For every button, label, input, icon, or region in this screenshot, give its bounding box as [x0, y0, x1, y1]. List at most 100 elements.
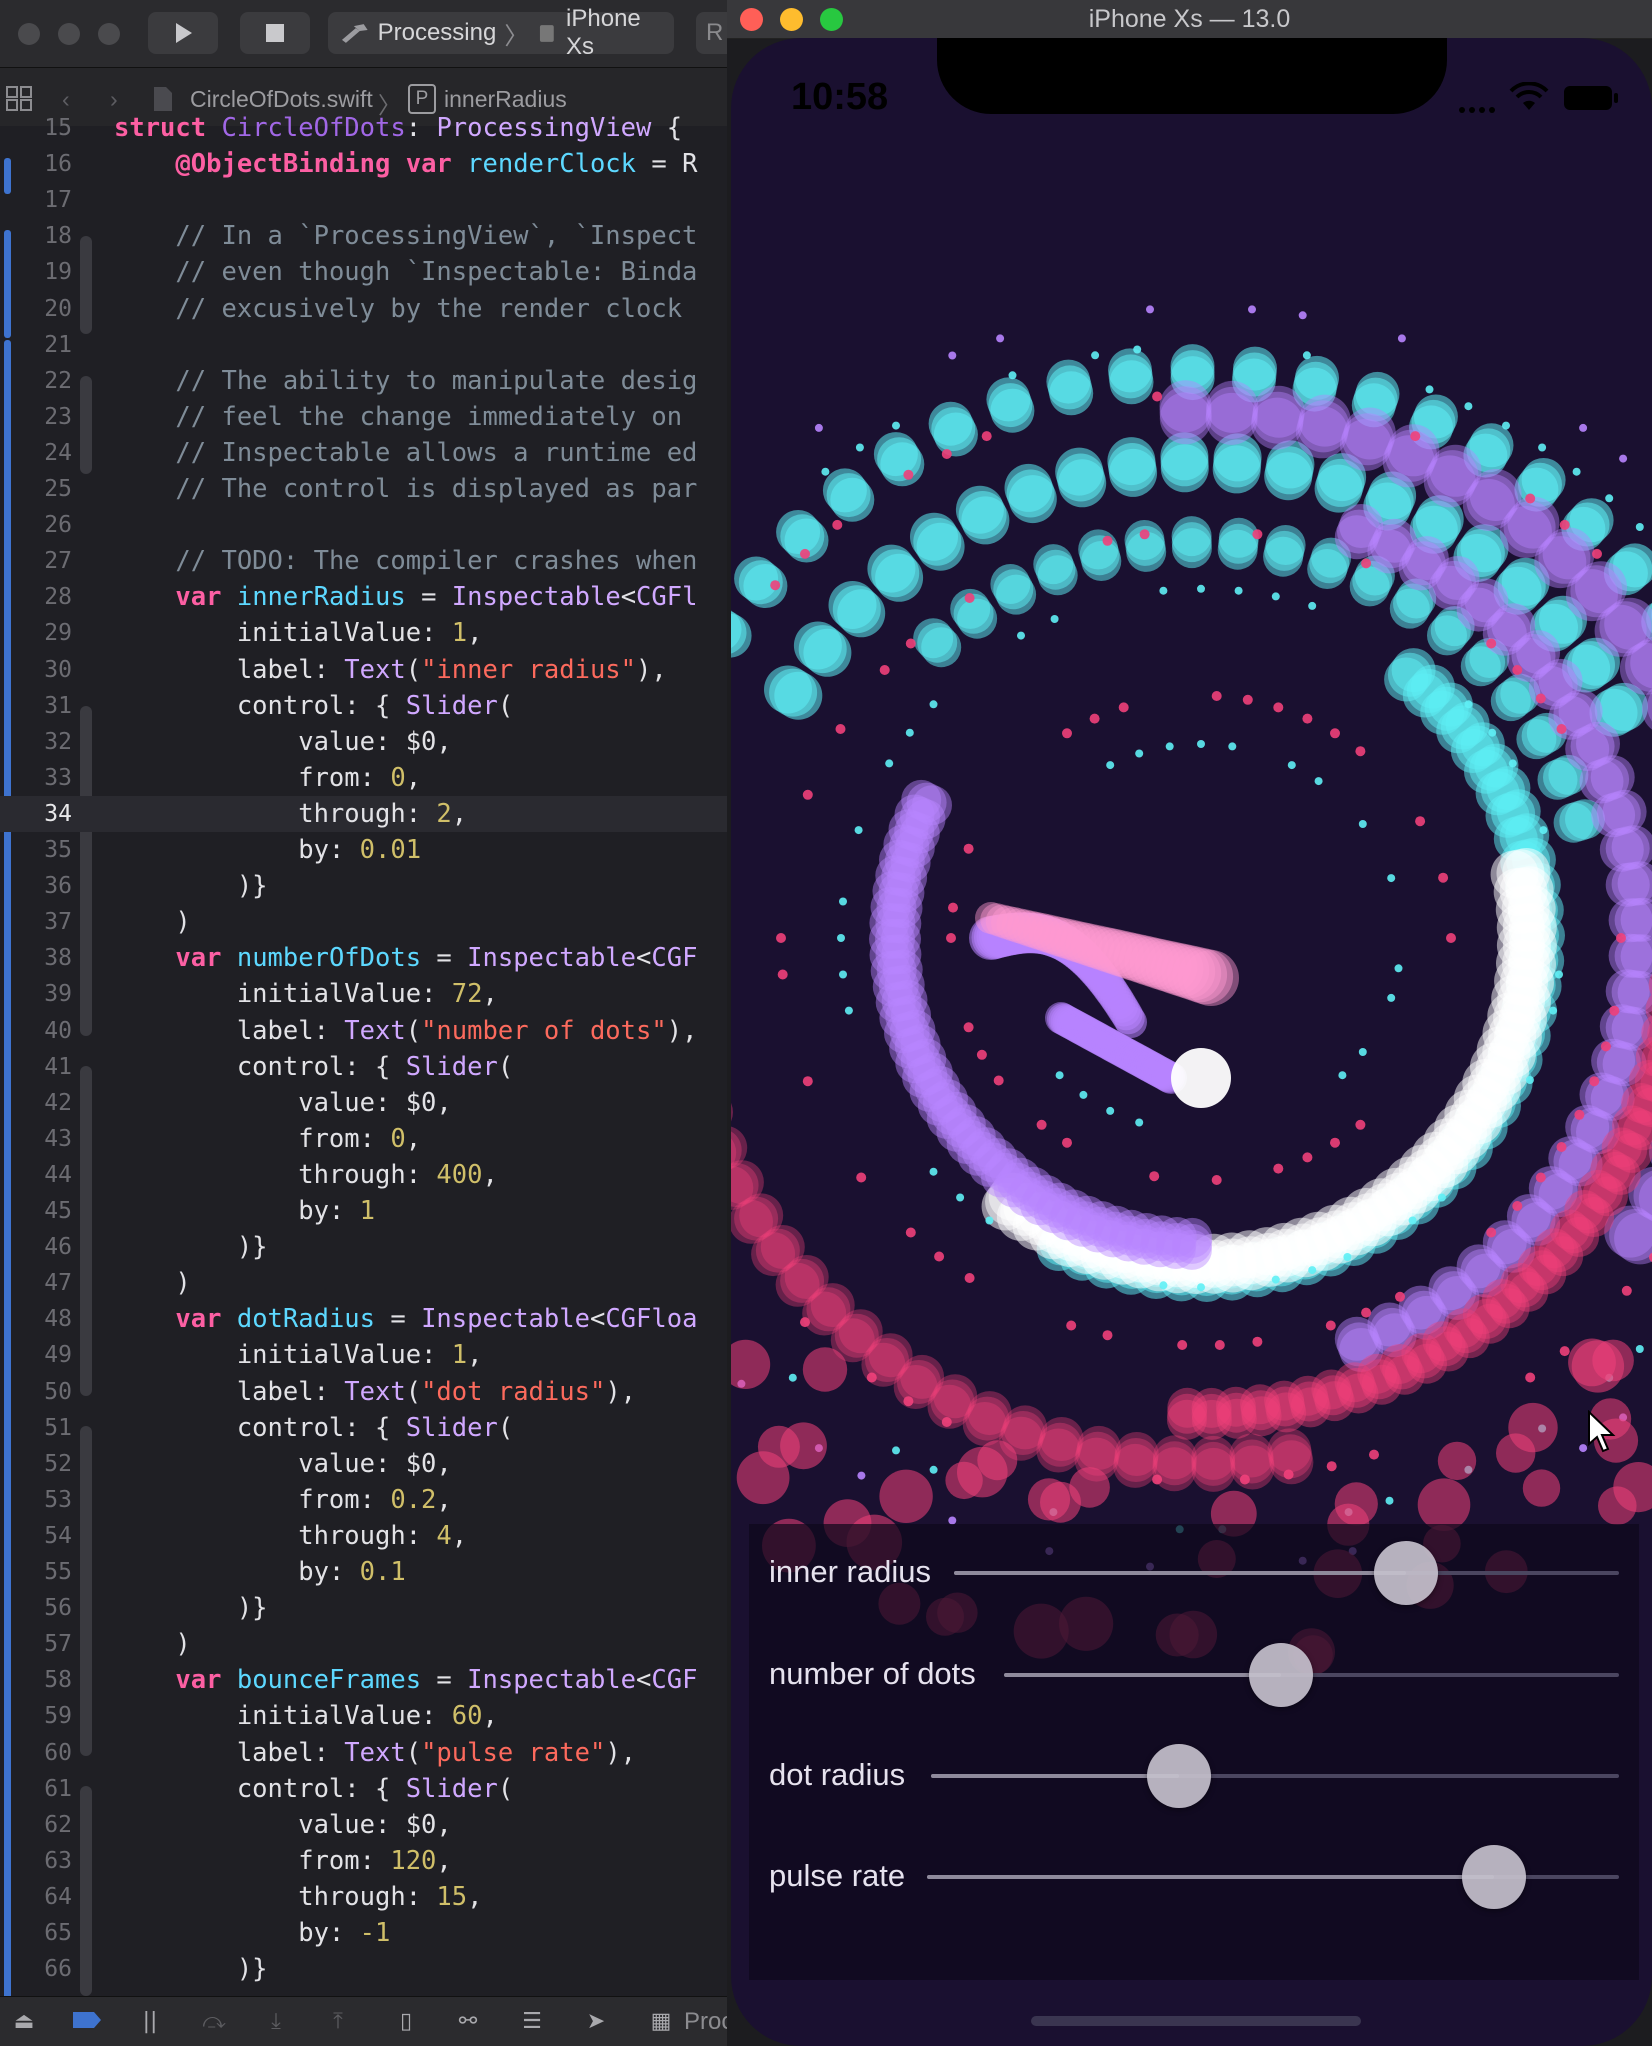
line-number[interactable]: 61	[0, 1771, 72, 1807]
device-screen[interactable]: 10:58 inner radius number of dots dot ra…	[731, 38, 1652, 2046]
code-line[interactable]: 15 struct CircleOfDots: ProcessingView {	[0, 110, 727, 146]
pulse-rate-slider[interactable]	[927, 1845, 1619, 1909]
line-number[interactable]: 21	[0, 327, 72, 363]
home-indicator[interactable]	[1031, 2016, 1361, 2026]
line-number[interactable]: 41	[0, 1049, 72, 1085]
code-line[interactable]: 55 by: 0.1	[0, 1554, 727, 1590]
slider-thumb[interactable]	[1146, 1744, 1211, 1808]
line-number[interactable]: 18	[0, 218, 72, 254]
code-line[interactable]: 58 var bounceFrames = Inspectable<CGF	[0, 1662, 727, 1698]
line-number[interactable]: 50	[0, 1374, 72, 1410]
step-out-icon[interactable]: ⤒	[324, 2010, 352, 2034]
scheme-selector[interactable]: Processing 〉 iPhone Xs	[328, 5, 674, 60]
line-number[interactable]: 59	[0, 1698, 72, 1734]
zoom-button[interactable]	[98, 23, 120, 45]
code-line[interactable]: 16 @ObjectBinding var renderClock = R	[0, 146, 727, 182]
slider-thumb[interactable]	[1374, 1541, 1439, 1605]
line-number[interactable]: 54	[0, 1518, 72, 1554]
code-line[interactable]: 64 through: 15,	[0, 1879, 727, 1915]
code-line[interactable]: 43 from: 0,	[0, 1121, 727, 1157]
line-number[interactable]: 23	[0, 399, 72, 435]
line-number[interactable]: 47	[0, 1265, 72, 1301]
line-number[interactable]: 16	[0, 146, 72, 182]
minimize-button[interactable]	[58, 23, 80, 45]
code-line[interactable]: 53 from: 0.2,	[0, 1482, 727, 1518]
forward-arrow-icon[interactable]: ›	[110, 86, 118, 113]
line-number[interactable]: 26	[0, 507, 72, 543]
line-number[interactable]: 17	[0, 182, 72, 218]
line-number[interactable]: 30	[0, 652, 72, 688]
code-line[interactable]: 48 var dotRadius = Inspectable<CGFloa	[0, 1301, 727, 1337]
jumpbar-symbol[interactable]: innerRadius	[444, 86, 567, 113]
code-line[interactable]: 28 var innerRadius = Inspectable<CGFl	[0, 579, 727, 615]
hide-debug-area-icon[interactable]: ⏏	[10, 2010, 38, 2034]
line-number[interactable]: 44	[0, 1157, 72, 1193]
code-line[interactable]: 33 from: 0,	[0, 760, 727, 796]
line-number[interactable]: 64	[0, 1879, 72, 1915]
back-arrow-icon[interactable]: ‹	[62, 86, 70, 113]
line-number[interactable]: 15	[0, 110, 72, 146]
line-number[interactable]: 62	[0, 1807, 72, 1843]
line-number[interactable]: 22	[0, 363, 72, 399]
code-line[interactable]: 37 )	[0, 904, 727, 940]
code-line[interactable]: 60 label: Text("pulse rate"),	[0, 1735, 727, 1771]
number-of-dots-slider[interactable]	[1004, 1643, 1619, 1707]
code-line[interactable]: 52 value: $0,	[0, 1446, 727, 1482]
environment-overrides-icon[interactable]: ☰	[518, 2010, 546, 2034]
inner-radius-slider[interactable]	[954, 1541, 1619, 1605]
code-line[interactable]: 32 value: $0,	[0, 724, 727, 760]
code-line[interactable]: 22 // The ability to manipulate desig	[0, 363, 727, 399]
stop-button[interactable]	[240, 12, 310, 54]
line-number[interactable]: 38	[0, 940, 72, 976]
code-line[interactable]: 46 )}	[0, 1229, 727, 1265]
code-line[interactable]: 29 initialValue: 1,	[0, 615, 727, 651]
line-number[interactable]: 33	[0, 760, 72, 796]
line-number[interactable]: 57	[0, 1626, 72, 1662]
code-line[interactable]: 39 initialValue: 72,	[0, 976, 727, 1012]
slider-thumb[interactable]	[1248, 1643, 1313, 1707]
code-line[interactable]: 30 label: Text("inner radius"),	[0, 652, 727, 688]
code-line[interactable]: 18 // In a `ProcessingView`, `Inspect	[0, 218, 727, 254]
breakpoint-toggle-icon[interactable]	[72, 2010, 101, 2034]
code-line[interactable]: 41 control: { Slider(	[0, 1049, 727, 1085]
location-icon[interactable]: ➤	[582, 2010, 610, 2034]
process-label[interactable]: Proc	[684, 2008, 727, 2036]
line-number[interactable]: 42	[0, 1085, 72, 1121]
slider-thumb[interactable]	[1462, 1845, 1527, 1909]
line-number[interactable]: 49	[0, 1337, 72, 1373]
line-number[interactable]: 53	[0, 1482, 72, 1518]
code-line[interactable]: 47 )	[0, 1265, 727, 1301]
run-button[interactable]	[148, 12, 218, 54]
code-line[interactable]: 38 var numberOfDots = Inspectable<CGF	[0, 940, 727, 976]
code-line[interactable]: 23 // feel the change immediately on	[0, 399, 727, 435]
memory-graph-icon[interactable]: ⚯	[454, 2010, 482, 2034]
code-line[interactable]: 21	[0, 327, 727, 363]
related-items-grid-icon[interactable]	[6, 86, 34, 112]
line-number[interactable]: 63	[0, 1843, 72, 1879]
line-number[interactable]: 58	[0, 1662, 72, 1698]
code-line[interactable]: 61 control: { Slider(	[0, 1771, 727, 1807]
line-number[interactable]: 28	[0, 579, 72, 615]
line-number[interactable]: 60	[0, 1735, 72, 1771]
code-line[interactable]: 19 // even though `Inspectable: Binda	[0, 254, 727, 290]
code-line[interactable]: 35 by: 0.01	[0, 832, 727, 868]
code-line[interactable]: 24 // Inspectable allows a runtime ed	[0, 435, 727, 471]
code-line[interactable]: 40 label: Text("number of dots"),	[0, 1013, 727, 1049]
line-number[interactable]: 24	[0, 435, 72, 471]
code-line[interactable]: 63 from: 120,	[0, 1843, 727, 1879]
line-number[interactable]: 19	[0, 254, 72, 290]
line-number[interactable]: 32	[0, 724, 72, 760]
code-line[interactable]: 56 )}	[0, 1590, 727, 1626]
code-line[interactable]: 62 value: $0,	[0, 1807, 727, 1843]
line-number[interactable]: 43	[0, 1121, 72, 1157]
code-line[interactable]: 51 control: { Slider(	[0, 1410, 727, 1446]
line-number[interactable]: 56	[0, 1590, 72, 1626]
line-number[interactable]: 40	[0, 1013, 72, 1049]
pause-icon[interactable]: ||	[136, 2010, 164, 2034]
code-line[interactable]: 45 by: 1	[0, 1193, 727, 1229]
source-editor[interactable]: 15 struct CircleOfDots: ProcessingView {1…	[0, 113, 727, 2020]
line-number[interactable]: 66	[0, 1951, 72, 1987]
code-line[interactable]: 31 control: { Slider(	[0, 688, 727, 724]
code-line[interactable]: 26	[0, 507, 727, 543]
code-line[interactable]: 34 through: 2,	[0, 795, 727, 832]
